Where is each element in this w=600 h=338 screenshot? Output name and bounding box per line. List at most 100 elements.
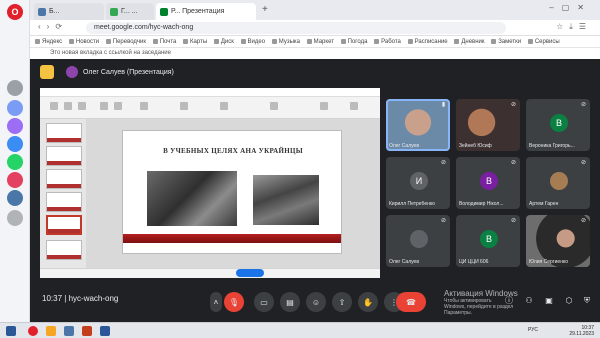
tab-favicon-icon [110,7,118,16]
slide-title: В УЧЕБНЫХ ЦЕЛЯХ АНА УКРАЙНЦЫ [163,147,303,155]
bookmark-item[interactable]: Видео [241,36,266,47]
participant-tile[interactable]: В ⊘ Володимир Нікол... [456,157,520,209]
sharing-indicator[interactable] [236,269,264,277]
tab-label: Б... [49,8,60,15]
participant-avatar [410,230,428,248]
chat-icon[interactable]: ▣ [544,296,554,306]
opera-logo-icon[interactable]: O [7,4,23,20]
bookmark-item[interactable]: Карты [183,36,207,47]
browser-tab-active[interactable]: Р... Презентация [156,3,256,20]
participant-tile[interactable]: И ⊘ Кирилл Петребенко [386,157,450,209]
participant-avatar: В [480,230,498,248]
ppt-titlebar [40,88,380,97]
ribbon-icon [350,102,358,110]
mic-off-icon: ⊘ [510,102,517,108]
ppt-ribbon [40,97,380,119]
sidebar-telegram-icon[interactable] [7,136,23,152]
ribbon-icon [320,102,328,110]
participant-avatar: И [410,172,428,190]
people-icon[interactable]: ⚇ [524,296,534,306]
browser-tab[interactable]: Б... [34,3,104,20]
bookmark-item[interactable]: Почта [153,36,177,47]
host-controls-icon[interactable]: ⛨ [582,296,592,306]
raise-hand-icon[interactable]: ✋ [358,292,378,312]
meeting-info: 10:37 | hyc-wach-ong [42,294,118,303]
mic-off-icon: ⊘ [510,218,517,224]
sidebar-settings-icon[interactable] [7,210,23,226]
ribbon-icon [270,102,278,110]
participant-tile[interactable]: ▮ Олег Салуев [386,99,450,151]
present-icon[interactable]: ⇧ [332,292,352,312]
slide-thumbnail [46,240,82,260]
ribbon-icon [50,102,58,110]
bookmark-item[interactable]: Яндекс [35,36,62,47]
mic-off-icon: ⊘ [580,102,587,108]
meeting-time: 10:37 [42,294,63,303]
app-taskbar-icon[interactable] [64,326,74,336]
tab-label: Г... ... [121,8,138,15]
slide-thumbnails [40,119,86,268]
powerpoint-taskbar-icon[interactable] [82,326,92,336]
participant-tile[interactable]: ⊘ Юлия Сергиенко [526,215,590,267]
tray-clock[interactable]: 10:37 29.11.2023 [569,325,594,337]
sidebar-instagram-icon[interactable] [7,172,23,188]
participant-tile[interactable]: В ⊘ ЦИ ЦЦИ 606 [456,215,520,267]
speaking-icon: ▮ [441,102,446,108]
new-tab-icon[interactable]: + [262,4,268,15]
participant-tile[interactable]: ⊘ Зейнеб Юсиф [456,99,520,151]
bookmark-item[interactable]: Сервисы [528,36,560,47]
bookmark-item[interactable]: Маркет [307,36,334,47]
url-field[interactable]: meet.google.com/hyc-wach-ong [86,22,506,34]
language-indicator[interactable]: РУС [528,327,538,333]
meet-favicon-icon [160,7,168,16]
mic-options-icon[interactable]: ˄ [210,292,222,312]
nav-arrows-icon[interactable]: ‹›⟳ [38,22,68,31]
opera-taskbar-icon[interactable] [28,326,38,336]
participant-tile[interactable]: ⊘ Олег Салуев [386,215,450,267]
participant-name: Зейнеб Юсиф [459,143,492,149]
participant-name: Олег Салуев [389,143,419,149]
window-controls[interactable]: –▢✕ [549,3,592,12]
meet-window: Олег Салуев (Презентация) В УЧЕБНЫХ ЦЕЛЯ… [30,59,600,322]
bookmark-item[interactable]: Переводчик [106,36,146,47]
notification-bar: Это новая вкладка с ссылкой на заседание [30,48,600,59]
participant-name: ЦИ ЦЦИ 606 [459,259,489,265]
info-icon[interactable]: ⓘ [504,296,514,306]
participant-tile[interactable]: ⊘ Артем Гарен [526,157,590,209]
sidebar-aria-icon[interactable] [7,100,23,116]
bookmark-item[interactable]: Новости [69,36,99,47]
bookmark-item[interactable]: Расписание [408,36,448,47]
slide-photo [147,171,237,226]
mic-off-icon[interactable]: 🎙 [224,292,244,312]
slide-thumbnail [46,146,82,166]
meet-logo-icon [40,65,54,79]
sidebar-messenger-icon[interactable] [7,118,23,134]
notification-text: Это новая вкладка с ссылкой на заседание [50,50,171,56]
ribbon-icon [78,102,86,110]
sidebar-home-icon[interactable] [7,80,23,96]
explorer-taskbar-icon[interactable] [46,326,56,336]
camera-icon[interactable]: ▭ [254,292,274,312]
participant-tile[interactable]: В ⊘ Вероника Григорь... [526,99,590,151]
shared-screen[interactable]: В УЧЕБНЫХ ЦЕЛЯХ АНА УКРАЙНЦЫ [40,88,380,278]
participant-name: Юлия Сергиенко [529,259,568,265]
bookmark-item[interactable]: Заметки [491,36,521,47]
activities-icon[interactable]: ⬡ [564,296,574,306]
windows-start-icon[interactable] [6,326,16,336]
slide-decor-band [123,234,341,243]
emoji-icon[interactable]: ☺ [306,292,326,312]
bookmark-item[interactable]: Диск [214,36,234,47]
participant-name: Кирилл Петребенко [389,201,435,207]
sidebar-vk-icon[interactable] [7,190,23,206]
bookmark-item[interactable]: Погода [341,36,368,47]
browser-tab[interactable]: Г... ... [106,3,154,20]
word-taskbar-icon[interactable] [100,326,110,336]
captions-icon[interactable]: ▤ [280,292,300,312]
bookmark-item[interactable]: Дневник [454,36,484,47]
sidebar-whatsapp-icon[interactable] [7,154,23,170]
end-call-icon[interactable]: ☎ [396,292,426,312]
slide-photo [253,175,319,225]
bookmark-item[interactable]: Работа [374,36,401,47]
toolbar-icons[interactable]: ☆⤓☰ [556,22,592,32]
bookmark-item[interactable]: Музыка [272,36,300,47]
